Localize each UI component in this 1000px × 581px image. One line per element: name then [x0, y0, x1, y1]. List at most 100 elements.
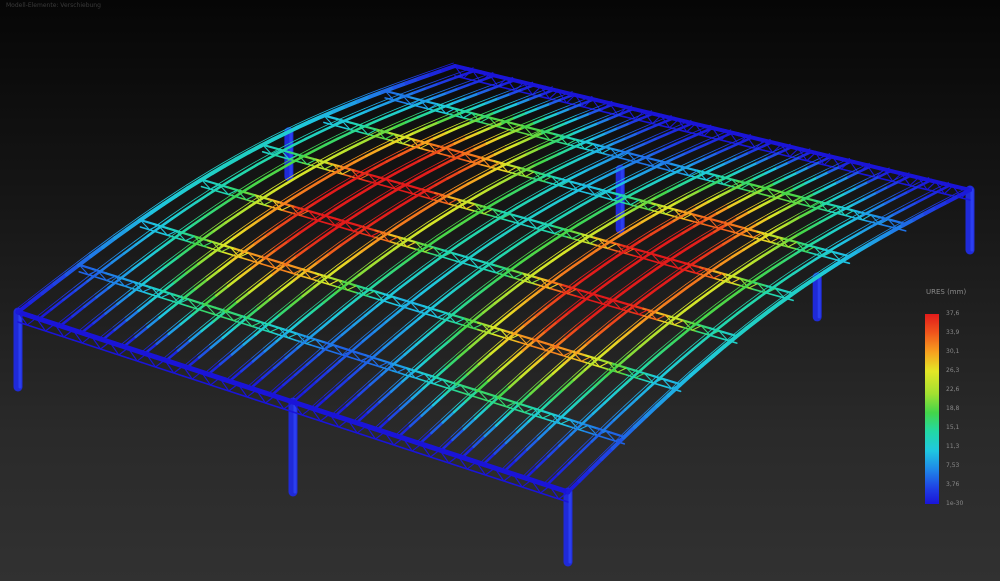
longitudinal-beam[interactable]	[407, 210, 423, 221]
longitudinal-beam[interactable]	[128, 283, 143, 296]
truss-top-chord[interactable]	[454, 252, 471, 259]
longitudinal-beam[interactable]	[401, 369, 416, 383]
longitudinal-beam[interactable]	[368, 373, 383, 387]
truss-bottom-chord[interactable]	[822, 255, 838, 261]
longitudinal-beam[interactable]	[339, 235, 355, 247]
longitudinal-beam[interactable]	[301, 201, 317, 212]
longitudinal-beam[interactable]	[357, 383, 372, 397]
longitudinal-beam[interactable]	[776, 221, 791, 231]
truss-bottom-chord[interactable]	[168, 370, 184, 377]
longitudinal-beam[interactable]	[119, 267, 134, 280]
longitudinal-beam[interactable]	[310, 301, 326, 314]
truss-web[interactable]	[638, 309, 649, 315]
longitudinal-beam[interactable]	[433, 366, 448, 380]
longitudinal-beam[interactable]	[489, 233, 505, 244]
longitudinal-beam[interactable]	[507, 261, 522, 273]
longitudinal-beam[interactable]	[392, 239, 408, 251]
longitudinal-beam[interactable]	[426, 165, 441, 174]
longitudinal-beam[interactable]	[791, 264, 806, 275]
longitudinal-beam[interactable]	[466, 249, 481, 261]
truss-top-chord[interactable]	[500, 397, 517, 404]
longitudinal-beam[interactable]	[158, 306, 173, 319]
left-edge-beam[interactable]	[113, 227, 130, 240]
longitudinal-beam[interactable]	[475, 379, 490, 393]
truss-bottom-chord[interactable]	[548, 287, 564, 294]
longitudinal-beam[interactable]	[219, 177, 235, 188]
longitudinal-beam[interactable]	[597, 221, 612, 232]
longitudinal-beam[interactable]	[591, 401, 606, 415]
left-edge-beam[interactable]	[137, 210, 154, 223]
longitudinal-beam[interactable]	[536, 205, 551, 215]
longitudinal-beam[interactable]	[419, 203, 434, 213]
longitudinal-beam[interactable]	[293, 363, 309, 377]
longitudinal-beam[interactable]	[236, 205, 252, 216]
left-edge-beam[interactable]	[40, 281, 57, 296]
truss-web[interactable]	[160, 292, 171, 299]
longitudinal-beam[interactable]	[601, 418, 616, 433]
longitudinal-beam[interactable]	[730, 248, 746, 259]
longitudinal-beam[interactable]	[200, 319, 215, 333]
longitudinal-beam[interactable]	[579, 440, 594, 454]
truss-web[interactable]	[664, 208, 675, 215]
truss-bottom-chord[interactable]	[323, 348, 339, 355]
longitudinal-beam[interactable]	[243, 163, 259, 174]
truss-web[interactable]	[490, 329, 502, 335]
longitudinal-beam[interactable]	[574, 236, 589, 247]
longitudinal-beam[interactable]	[675, 195, 690, 204]
longitudinal-beam[interactable]	[434, 251, 449, 263]
right-edge-beam[interactable]	[566, 479, 582, 494]
longitudinal-beam[interactable]	[287, 320, 302, 333]
longitudinal-beam[interactable]	[457, 235, 472, 246]
longitudinal-beam[interactable]	[194, 278, 209, 291]
longitudinal-beam[interactable]	[440, 289, 455, 302]
longitudinal-beam[interactable]	[600, 203, 615, 213]
longitudinal-beam[interactable]	[336, 258, 352, 270]
longitudinal-beam[interactable]	[827, 226, 842, 235]
left-edge-beam[interactable]	[210, 163, 227, 176]
truss-bottom-chord[interactable]	[490, 332, 506, 339]
longitudinal-beam[interactable]	[670, 332, 685, 345]
longitudinal-beam[interactable]	[92, 312, 107, 325]
truss-web[interactable]	[202, 241, 213, 247]
longitudinal-beam[interactable]	[171, 208, 186, 220]
longitudinal-beam[interactable]	[242, 242, 257, 254]
longitudinal-beam[interactable]	[553, 336, 568, 349]
longitudinal-beam[interactable]	[548, 273, 564, 285]
truss-bottom-chord[interactable]	[388, 442, 404, 449]
longitudinal-beam[interactable]	[352, 314, 367, 327]
truss-top-chord[interactable]	[467, 153, 483, 159]
left-edge-beam[interactable]	[16, 300, 33, 314]
longitudinal-beam[interactable]	[713, 320, 728, 333]
longitudinal-beam[interactable]	[389, 379, 404, 393]
longitudinal-beam[interactable]	[296, 168, 312, 178]
truss-web[interactable]	[598, 361, 610, 368]
truss-web[interactable]	[513, 272, 524, 279]
longitudinal-beam[interactable]	[349, 339, 365, 353]
longitudinal-beam[interactable]	[399, 277, 414, 289]
longitudinal-beam[interactable]	[230, 343, 246, 356]
truss-top-chord[interactable]	[615, 299, 631, 306]
longitudinal-beam[interactable]	[384, 310, 400, 324]
truss-bottom-chord[interactable]	[319, 420, 336, 427]
truss-bottom-chord[interactable]	[514, 130, 530, 136]
longitudinal-beam[interactable]	[470, 311, 485, 324]
longitudinal-beam[interactable]	[173, 271, 188, 284]
longitudinal-beam[interactable]	[263, 339, 278, 353]
longitudinal-beam[interactable]	[469, 227, 484, 239]
longitudinal-beam[interactable]	[540, 372, 555, 385]
longitudinal-beam[interactable]	[408, 414, 424, 428]
truss-bottom-chord[interactable]	[559, 185, 575, 191]
longitudinal-beam[interactable]	[131, 258, 147, 271]
longitudinal-beam[interactable]	[354, 206, 370, 217]
truss-bottom-chord[interactable]	[44, 330, 61, 337]
truss-bottom-chord[interactable]	[606, 247, 622, 253]
longitudinal-beam[interactable]	[515, 420, 530, 434]
truss-bottom-chord[interactable]	[432, 382, 448, 389]
longitudinal-beam[interactable]	[391, 353, 407, 366]
longitudinal-beam[interactable]	[98, 261, 114, 274]
longitudinal-beam[interactable]	[559, 192, 575, 202]
longitudinal-beam[interactable]	[182, 287, 197, 300]
longitudinal-beam[interactable]	[608, 314, 623, 327]
longitudinal-beam[interactable]	[255, 156, 271, 167]
longitudinal-beam[interactable]	[567, 450, 582, 465]
